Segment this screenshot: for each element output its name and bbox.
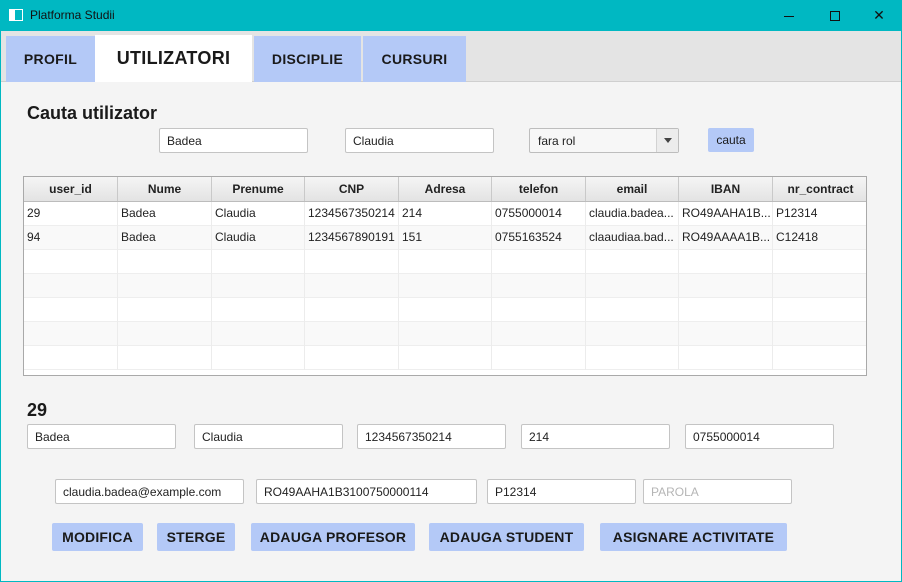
empty-table-row [24,298,866,322]
empty-table-row [24,322,866,346]
table-cell: 94 [24,226,118,250]
table-cell: C12418 [776,230,819,244]
column-header[interactable]: IBAN [679,177,773,201]
rol-select[interactable]: fara rol [529,128,679,153]
minimize-icon [784,15,794,17]
users-table[interactable]: user_id Nume Prenume CNP Adresa telefon … [23,176,867,376]
column-header[interactable]: CNP [305,177,399,201]
column-header[interactable]: nr_contract [773,177,866,201]
table-cell: 0755163524 [492,226,586,250]
empty-table-row [24,250,866,274]
search-heading: Cauta utilizator [27,103,158,123]
main-window: PROFIL UTILIZATORI DISCIPLIE CURSURI Cau… [1,31,901,581]
table-cell: RO49AAAA1B... [679,226,773,250]
close-icon: ✕ [873,7,885,23]
table-cell: 214 [399,202,492,226]
title-bar[interactable]: Platforma Studii ✕ [0,0,902,31]
chevron-down-icon[interactable] [656,129,678,152]
table-cell: Badea [118,202,212,226]
table-cell: Claudia [212,226,305,250]
telefon-field[interactable] [685,424,834,449]
table-cell: claudia.badea... [586,202,679,226]
column-header[interactable]: Prenume [212,177,305,201]
selected-user-id: 29 [27,400,48,420]
nr-contract-field[interactable] [487,479,636,504]
tab-cursuri[interactable]: CURSURI [363,36,466,82]
email-field[interactable] [55,479,244,504]
table-cell: claaudiaa.bad... [586,226,679,250]
table-cell: 1234567350214 [305,202,399,226]
tab-bar: PROFIL UTILIZATORI DISCIPLIE CURSURI [1,31,901,82]
column-header[interactable]: telefon [492,177,586,201]
table-cell: 151 [399,226,492,250]
adauga-student-button[interactable]: ADAUGA STUDENT [429,523,584,551]
column-header[interactable]: email [586,177,679,201]
sterge-button[interactable]: STERGE [157,523,235,551]
tab-profil[interactable]: PROFIL [6,36,95,82]
window-title: Platforma Studii [30,8,115,22]
close-button[interactable]: ✕ [856,0,902,31]
table-cell: 0755000014 [492,202,586,226]
iban-field[interactable] [256,479,477,504]
tab-disciplie[interactable]: DISCIPLIE [254,36,361,82]
maximize-button[interactable] [812,0,858,31]
asignare-activitate-button[interactable]: ASIGNARE ACTIVITATE [600,523,787,551]
minimize-button[interactable] [766,0,812,31]
table-cell: 1234567890191 [305,226,399,250]
prenume-field[interactable] [194,424,343,449]
empty-table-row [24,274,866,298]
search-button[interactable]: cauta [708,128,754,152]
column-header[interactable]: user_id [24,177,118,201]
table-header: user_id Nume Prenume CNP Adresa telefon … [24,177,866,202]
maximize-icon [830,11,840,22]
tab-utilizatori[interactable]: UTILIZATORI [95,35,252,82]
column-header[interactable]: Nume [118,177,212,201]
cnp-field[interactable] [357,424,506,449]
search-prenume-input[interactable] [345,128,494,153]
table-cell: Claudia [212,202,305,226]
table-cell: RO49AAHA1B... [679,202,773,226]
modifica-button[interactable]: MODIFICA [52,523,143,551]
table-cell: 29 [24,202,118,226]
table-row[interactable]: 29 Badea Claudia 1234567350214 214 07550… [24,202,866,226]
rol-select-value: fara rol [538,134,576,148]
search-nume-input[interactable] [159,128,308,153]
table-row[interactable]: 94 Badea Claudia 1234567890191 151 07551… [24,226,866,250]
adauga-profesor-button[interactable]: ADAUGA PROFESOR [251,523,415,551]
app-window-icon [9,9,23,21]
table-cell: Badea [118,226,212,250]
parola-field[interactable] [643,479,792,504]
empty-table-row [24,346,866,370]
table-cell: P12314 [776,206,818,220]
nume-field[interactable] [27,424,176,449]
adresa-field[interactable] [521,424,670,449]
column-header[interactable]: Adresa [399,177,492,201]
